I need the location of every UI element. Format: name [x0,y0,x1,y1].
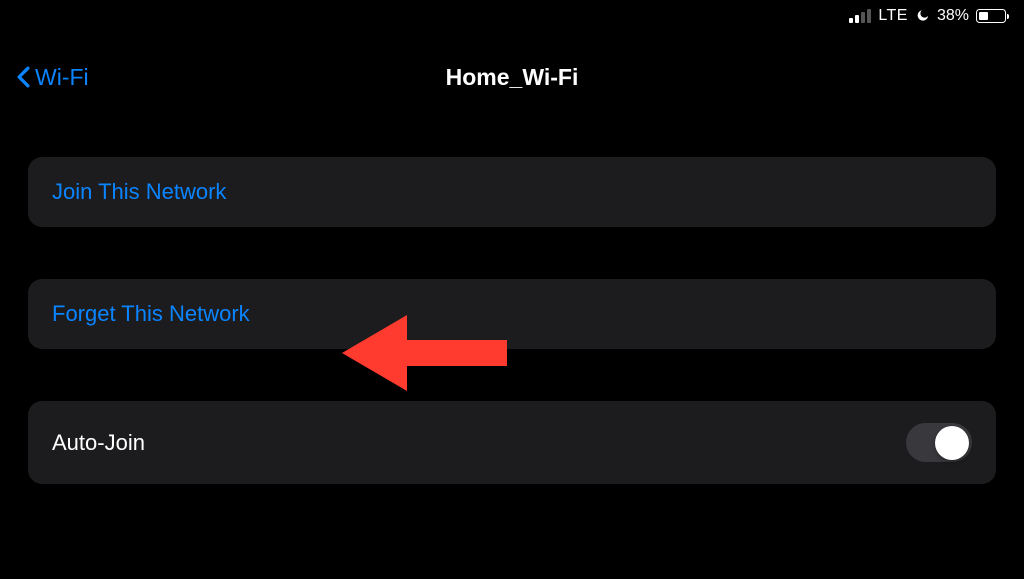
toggle-knob [935,426,969,460]
battery-percent-label: 38% [937,7,969,25]
battery-fill [979,12,988,20]
battery-icon [976,9,1006,23]
carrier-label: LTE [878,7,908,25]
forget-network-label: Forget This Network [52,301,250,327]
page-title: Home_Wi-Fi [446,64,579,91]
chevron-left-icon [16,66,31,88]
auto-join-row: Auto-Join [28,401,996,484]
auto-join-label: Auto-Join [52,430,145,456]
navigation-bar: Wi-Fi Home_Wi-Fi [0,32,1024,112]
content-area: Join This Network Forget This Network Au… [0,112,1024,484]
forget-network-button[interactable]: Forget This Network [28,279,996,349]
join-network-label: Join This Network [52,179,226,205]
do-not-disturb-icon [915,9,930,24]
auto-join-toggle[interactable] [906,423,972,462]
join-network-button[interactable]: Join This Network [28,157,996,227]
status-bar: LTE 38% [0,0,1024,32]
signal-strength-icon [849,9,871,23]
back-button[interactable]: Wi-Fi [16,64,89,91]
back-label: Wi-Fi [35,64,89,91]
